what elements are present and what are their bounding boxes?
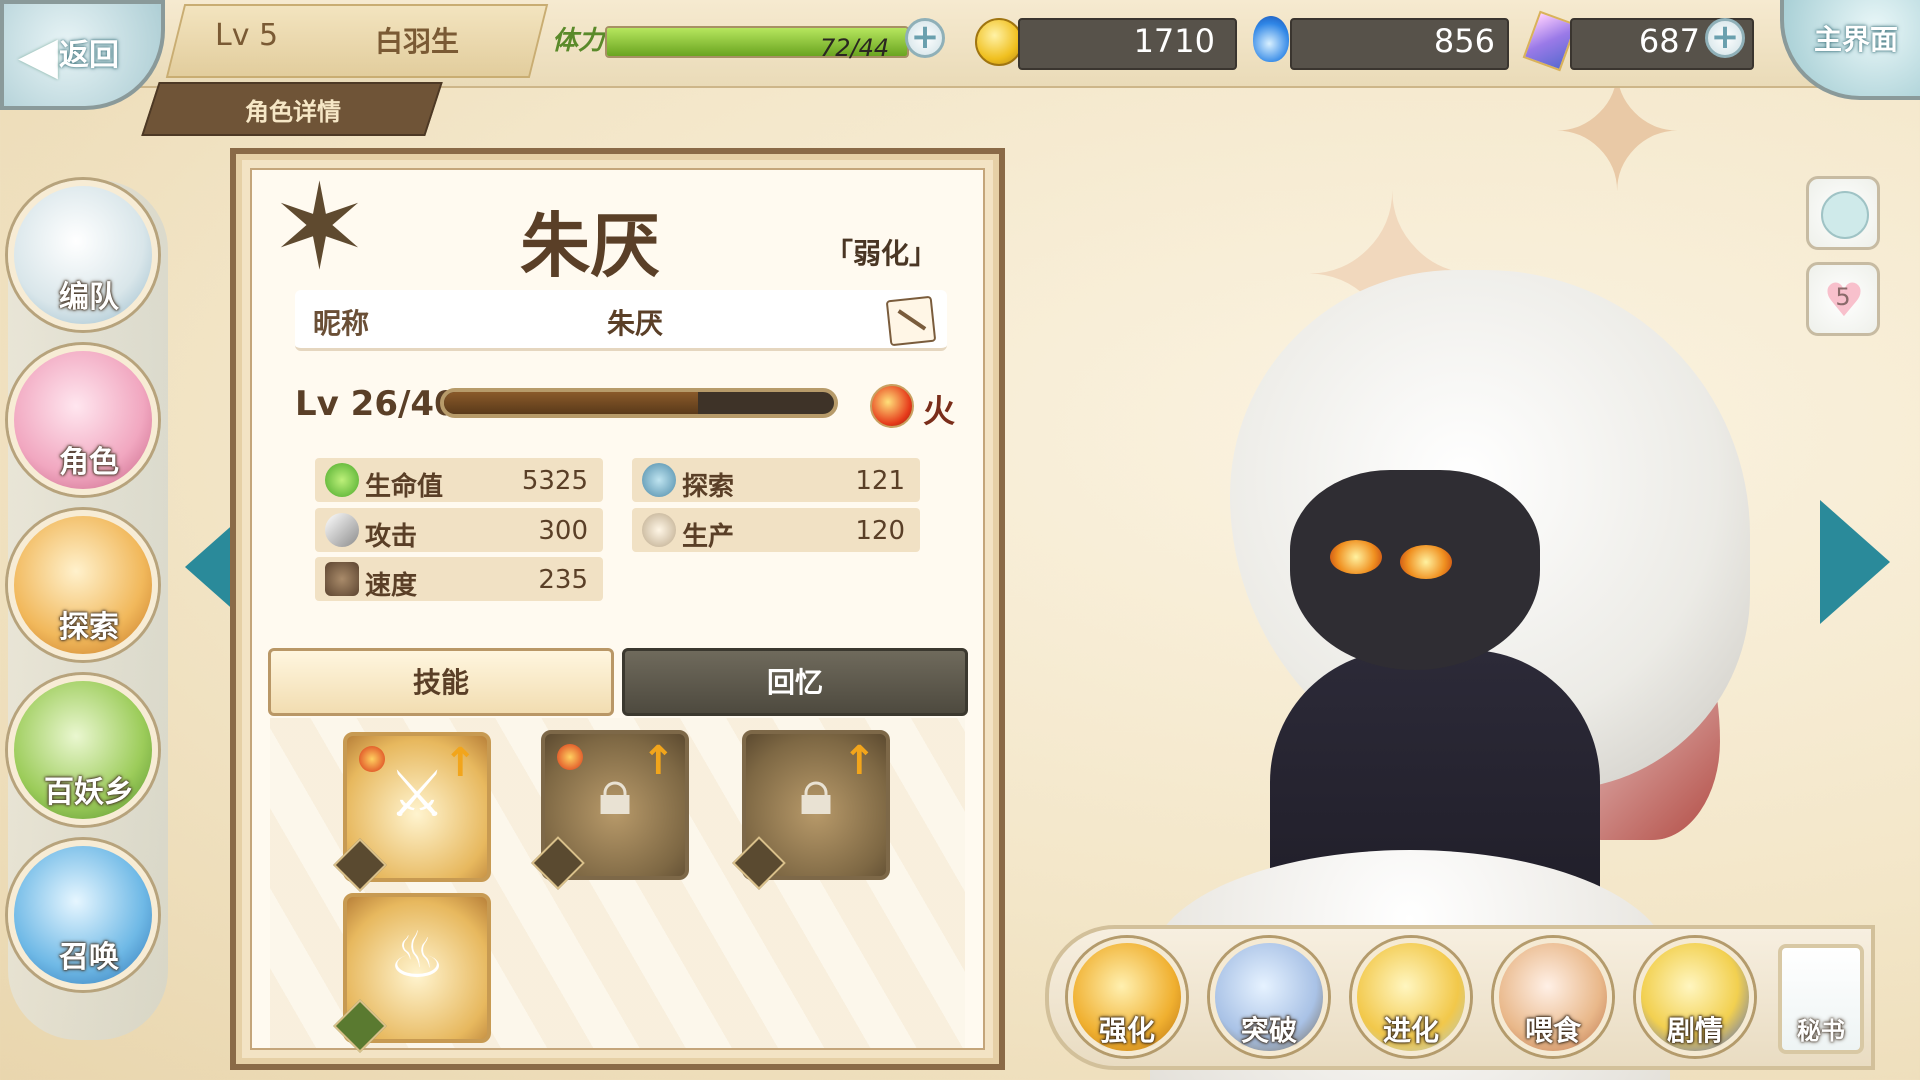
sack-icon xyxy=(642,513,676,547)
edit-nickname-icon[interactable] xyxy=(885,295,937,347)
stat-value: 235 xyxy=(538,565,588,595)
evolve-button[interactable]: 进化 xyxy=(1352,938,1470,1056)
sword-icon xyxy=(325,513,359,547)
upgrade-arrow-icon: ↑ xyxy=(842,738,876,784)
rank-star-icon: ✶ xyxy=(270,158,369,296)
nickname-label: 昵称 xyxy=(313,307,370,340)
back-button[interactable]: ◀ 返回 xyxy=(0,0,165,110)
boot-icon xyxy=(325,562,359,596)
player-name: 白羽生 xyxy=(375,25,460,58)
gold-coin-icon xyxy=(975,18,1023,66)
nav-label: 角色 xyxy=(59,445,119,480)
action-label: 突破 xyxy=(1240,1014,1297,1047)
stat-value: 120 xyxy=(855,516,905,546)
back-arrow-icon: ◀ xyxy=(18,26,58,86)
nav-party-button[interactable]: 编队 xyxy=(8,180,158,330)
skill-slot-3-locked[interactable]: 🔒︎ ↑ xyxy=(732,730,890,890)
character-status: 「弱化」 xyxy=(825,237,938,270)
stat-value: 121 xyxy=(855,466,905,496)
add-stamina-button[interactable]: + xyxy=(905,18,945,58)
tab-memory[interactable]: 回忆 xyxy=(622,648,968,716)
nav-label: 召唤 xyxy=(59,940,119,975)
fire-element-icon xyxy=(870,384,914,428)
back-label: 返回 xyxy=(59,38,119,73)
character-eye xyxy=(1330,540,1382,574)
player-level: Lv 5 xyxy=(215,18,279,53)
gem-value: 687 xyxy=(1638,22,1700,60)
stat-name: 生命值 xyxy=(365,472,444,502)
stat-value: 5325 xyxy=(521,466,588,496)
tab-skill[interactable]: 技能 xyxy=(268,648,614,716)
affection-value: 5 xyxy=(1835,283,1851,311)
secretary-button[interactable]: 秘书 xyxy=(1778,944,1864,1054)
nav-label: 百妖乡 xyxy=(44,775,134,810)
stat-name: 生产 xyxy=(682,522,735,552)
stat-name: 速度 xyxy=(365,571,418,601)
next-character-arrow[interactable] xyxy=(1820,500,1890,624)
nav-explore-button[interactable]: 探索 xyxy=(8,510,158,660)
stamina-label: 体力 xyxy=(552,26,605,56)
story-button[interactable]: 剧情 xyxy=(1636,938,1754,1056)
character-name: 朱厌 xyxy=(520,205,660,287)
page-subtitle: 角色详情 xyxy=(245,98,341,126)
nickname-value: 朱厌 xyxy=(607,307,664,340)
action-label: 喂食 xyxy=(1524,1014,1581,1047)
stat-name: 探索 xyxy=(682,472,735,502)
nav-label: 探索 xyxy=(59,610,119,645)
sack-skill-icon: ♨ xyxy=(388,919,446,993)
gold-value: 1710 xyxy=(1133,22,1215,60)
add-gem-button[interactable]: + xyxy=(1705,18,1745,58)
stat-name: 攻击 xyxy=(365,522,418,552)
action-label: 秘书 xyxy=(1797,1017,1845,1045)
heart-icon xyxy=(325,463,359,497)
breakthrough-button[interactable]: 突破 xyxy=(1210,938,1328,1056)
skill-slot-1[interactable]: ⚔ ↑ xyxy=(333,732,491,892)
nav-village-button[interactable]: 百妖乡 xyxy=(8,675,158,825)
soul-value: 856 xyxy=(1433,22,1495,60)
skill-slot-2-locked[interactable]: 🔒︎ ↑ xyxy=(531,730,689,890)
nav-summon-button[interactable]: 召唤 xyxy=(8,840,158,990)
expression-button[interactable] xyxy=(1806,176,1880,250)
nav-character-button[interactable]: 角色 xyxy=(8,345,158,495)
action-label: 进化 xyxy=(1382,1014,1439,1047)
action-label: 剧情 xyxy=(1666,1014,1723,1047)
element-label: 火 xyxy=(923,392,956,430)
home-label: 主界面 xyxy=(1814,23,1899,56)
character-level: Lv 26/40 xyxy=(295,384,458,424)
affection-button[interactable]: ♥ 5 xyxy=(1806,262,1880,336)
character-eye xyxy=(1400,545,1452,579)
soul-flame-icon xyxy=(1253,16,1289,62)
stamina-text: 72/44 xyxy=(820,34,890,62)
level-progress-bar xyxy=(440,388,838,418)
skill-slot-4[interactable]: ♨ xyxy=(333,893,491,1053)
enhance-button[interactable]: 强化 xyxy=(1068,938,1186,1056)
upgrade-arrow-icon: ↑ xyxy=(443,740,477,786)
level-progress-fill xyxy=(444,392,698,414)
upgrade-arrow-icon: ↑ xyxy=(641,738,675,784)
nav-label: 编队 xyxy=(59,280,119,315)
feed-button[interactable]: 喂食 xyxy=(1494,938,1612,1056)
compass-icon xyxy=(642,463,676,497)
action-label: 强化 xyxy=(1098,1014,1155,1047)
stat-value: 300 xyxy=(538,516,588,546)
